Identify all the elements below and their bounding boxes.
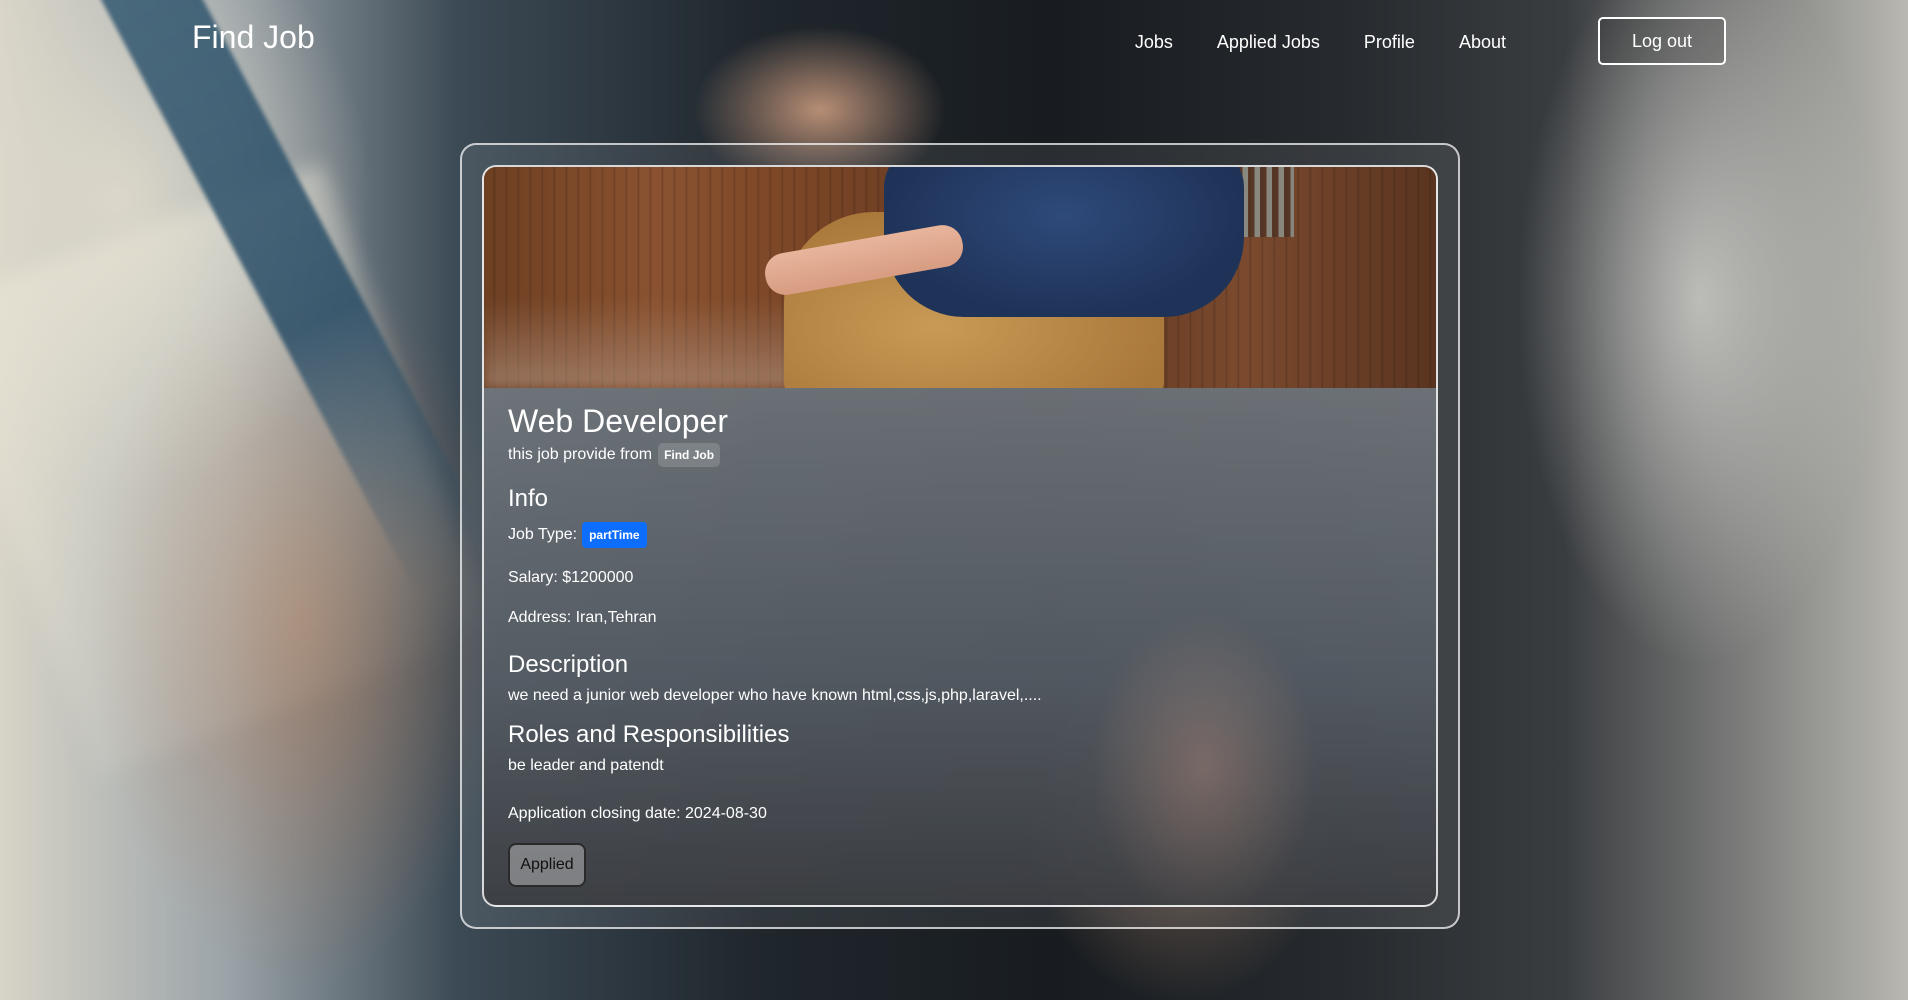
provider-line: this job provide from Find Job xyxy=(508,443,1412,467)
description-heading: Description xyxy=(508,651,629,678)
logout-button[interactable]: Log out xyxy=(1598,17,1726,65)
job-card: Web Developer this job provide from Find… xyxy=(482,165,1438,907)
address-text: Address: Iran,Tehran xyxy=(508,609,657,626)
roles-heading: Roles and Responsibilities xyxy=(508,721,790,748)
nav-link-about[interactable]: About xyxy=(1437,32,1528,53)
applied-button[interactable]: Applied xyxy=(508,843,586,887)
job-type-label: Job Type: xyxy=(508,526,578,543)
navbar: Find Job Jobs Applied Jobs Profile About… xyxy=(0,0,1908,84)
nav-link-applied-jobs[interactable]: Applied Jobs xyxy=(1195,32,1342,53)
description-text: we need a junior web developer who have … xyxy=(508,687,1042,704)
brand-logo[interactable]: Find Job xyxy=(192,19,315,56)
job-card-image xyxy=(484,167,1436,388)
roles-text: be leader and patendt xyxy=(508,757,664,774)
nav-link-jobs[interactable]: Jobs xyxy=(1113,32,1195,53)
job-title: Web Developer xyxy=(508,403,728,439)
nav-link-profile[interactable]: Profile xyxy=(1342,32,1437,53)
closing-date-text: Application closing date: 2024-08-30 xyxy=(508,805,767,822)
job-type-badge: partTime xyxy=(582,522,647,548)
info-heading: Info xyxy=(508,485,549,512)
nav-links: Jobs Applied Jobs Profile About xyxy=(1113,0,1528,84)
provider-badge: Find Job xyxy=(658,443,721,467)
job-card-body: Web Developer this job provide from Find… xyxy=(484,388,1436,887)
provider-prefix: this job provide from xyxy=(508,446,653,463)
job-type-row: Job Type: partTime xyxy=(508,522,1412,548)
salary-text: Salary: $1200000 xyxy=(508,569,634,586)
